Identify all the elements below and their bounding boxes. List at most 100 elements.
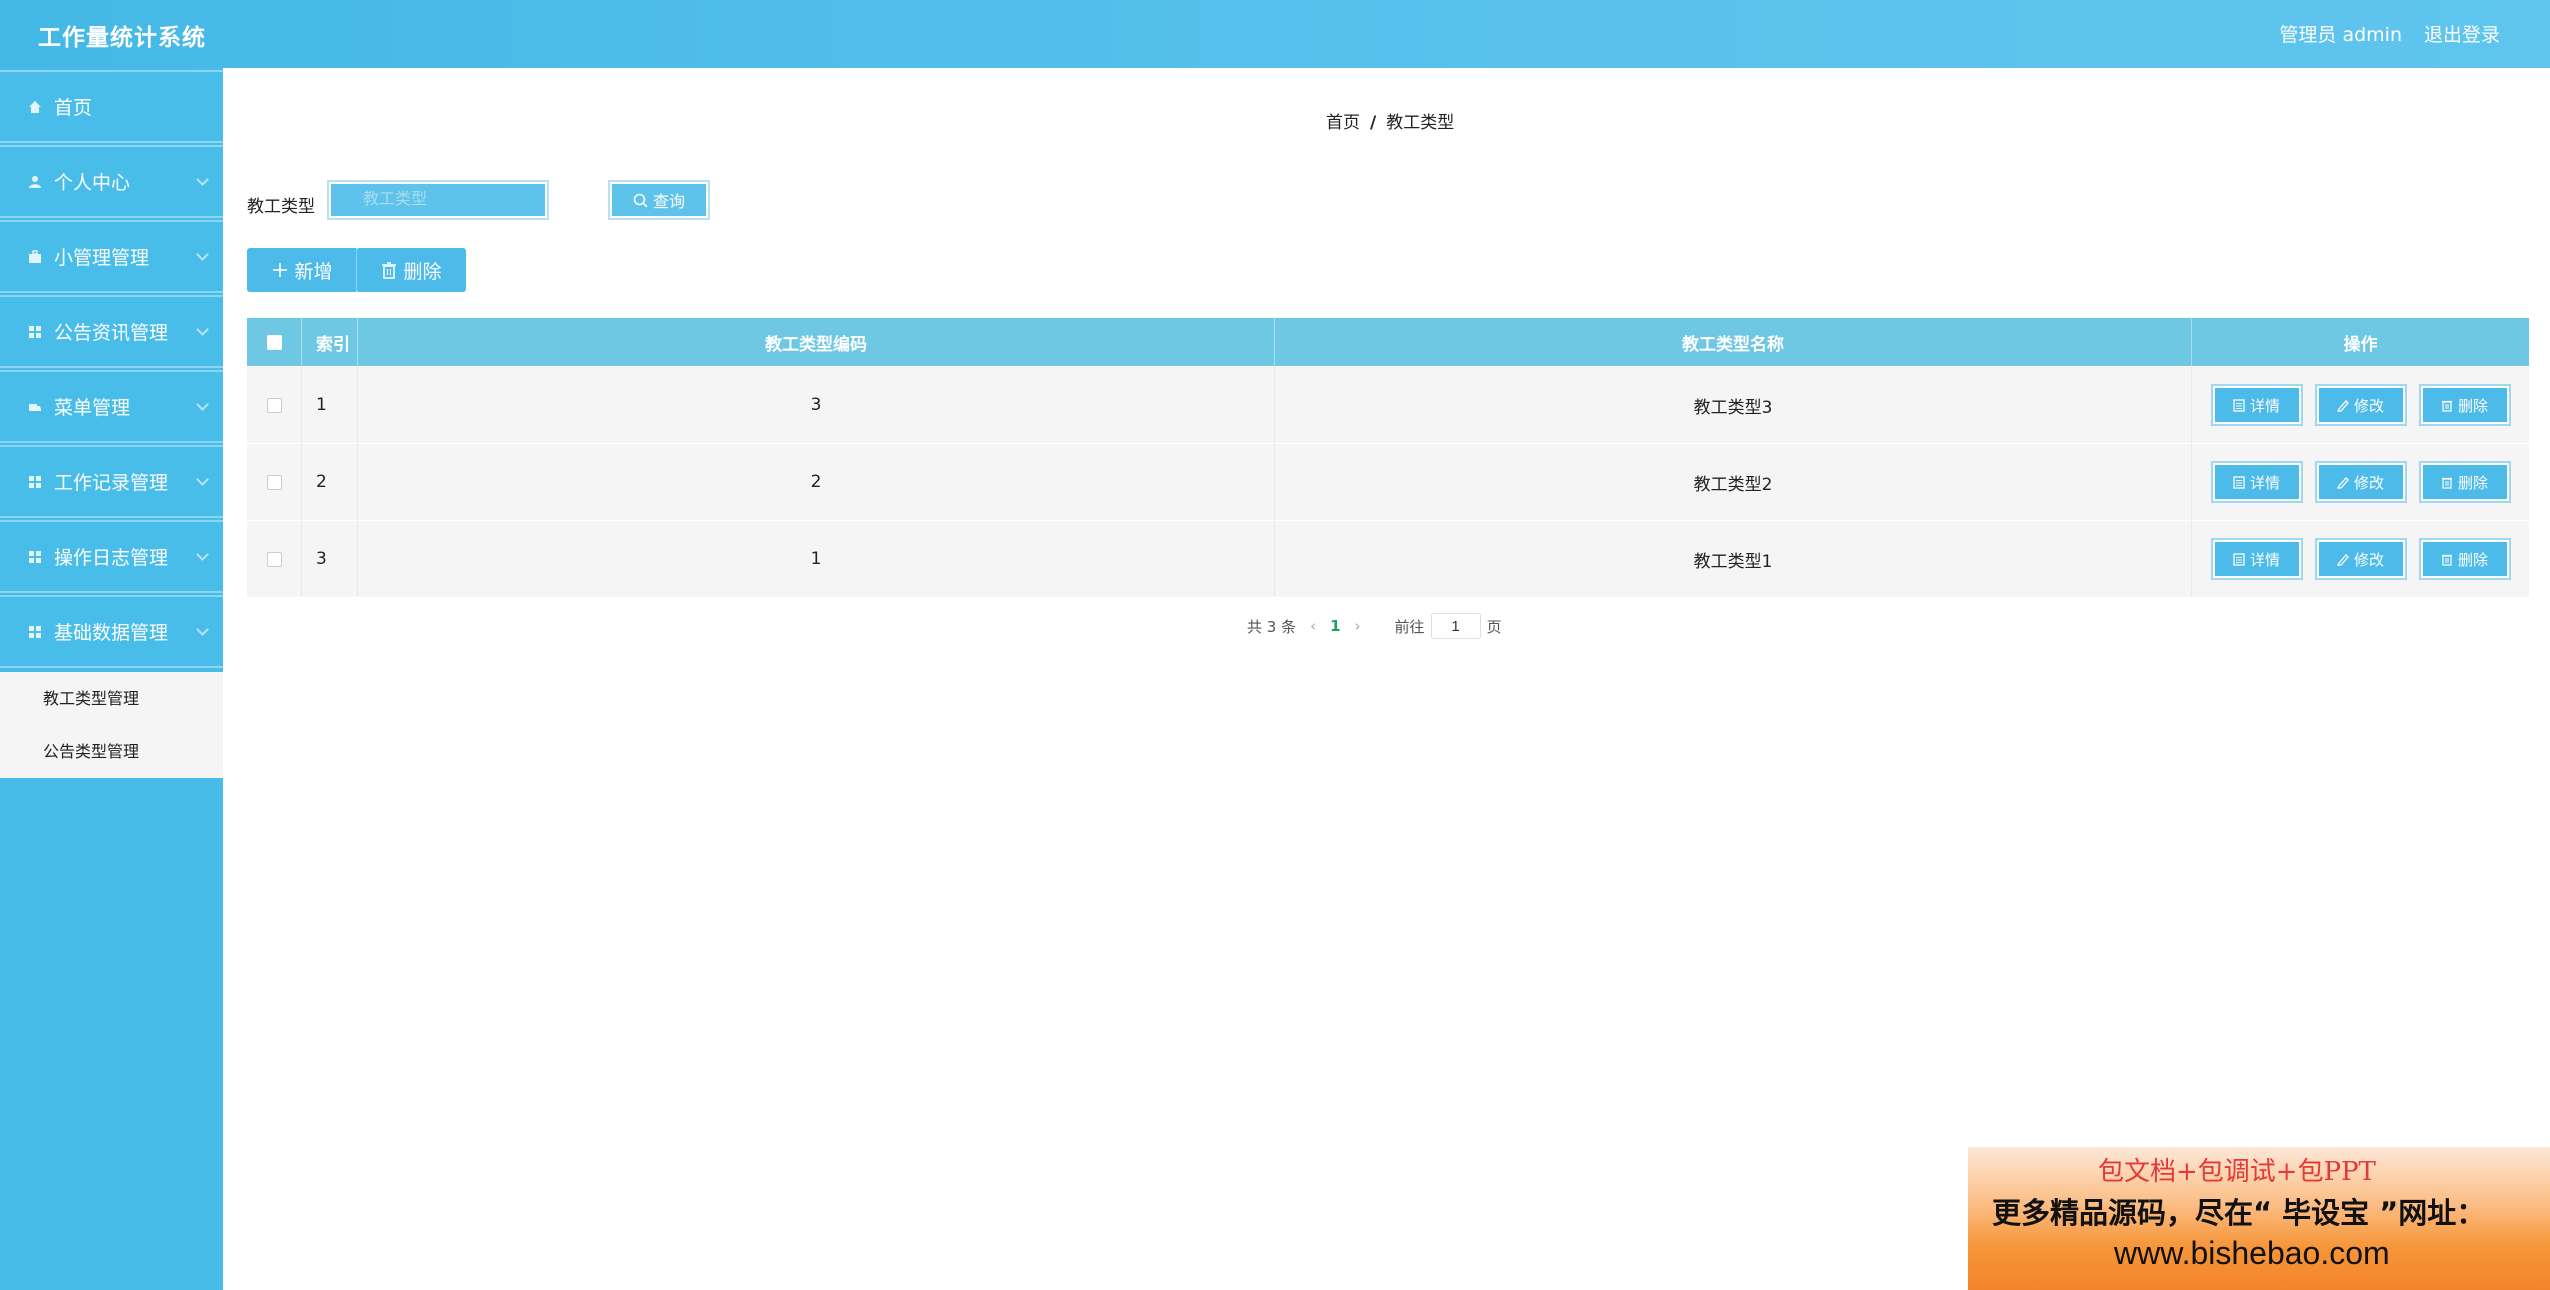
row-checkbox[interactable] [266, 397, 282, 413]
sidebar-item-label: 小管理管理 [54, 247, 150, 269]
delete-button[interactable]: 删除 [2418, 461, 2511, 503]
sidebar-item-label: 基础数据管理 [54, 622, 169, 644]
column-header-code: 教工类型编码 [358, 318, 1275, 366]
edit-button-label: 修改 [2353, 396, 2384, 415]
row-checkbox[interactable] [266, 551, 282, 567]
chevron-down-icon [196, 473, 209, 486]
document-icon [2233, 398, 2245, 412]
cell-index: 3 [302, 521, 358, 597]
sidebar-item-profile[interactable]: 个人中心 [0, 145, 223, 218]
add-button[interactable]: 新增 [247, 248, 358, 292]
submenu-item-staff-type[interactable]: 教工类型管理 [0, 672, 223, 725]
select-all-checkbox[interactable] [266, 334, 282, 350]
sidebar-item-menu[interactable]: 菜单管理 [0, 370, 223, 443]
sidebar-item-label: 工作记录管理 [54, 472, 169, 494]
detail-button-label: 详情 [2249, 550, 2280, 569]
search-icon [633, 193, 648, 208]
ad-line-2: 更多精品源码，尽在“ 毕设宝 ”网址： [1992, 1196, 2486, 1230]
search-input[interactable] [327, 180, 549, 220]
sidebar-item-manager[interactable]: 小管理管理 [0, 220, 223, 293]
detail-button-label: 详情 [2249, 396, 2280, 415]
trash-icon [2441, 554, 2452, 566]
edit-button[interactable]: 修改 [2314, 538, 2407, 580]
detail-button[interactable]: 详情 [2210, 461, 2303, 503]
briefcase-icon [29, 249, 41, 263]
ad-line-1: 包文档+包调试+包PPT [2098, 1157, 2376, 1187]
sidebar-item-home[interactable]: 首页 [0, 70, 223, 143]
sidebar-submenu: 教工类型管理 公告类型管理 [0, 672, 223, 778]
cell-code: 3 [358, 367, 1275, 443]
delete-button-label: 删除 [2457, 396, 2488, 415]
sidebar-item-label: 个人中心 [54, 172, 131, 194]
batch-delete-label: 删除 [403, 260, 442, 283]
document-icon [2233, 475, 2245, 489]
edit-icon [2336, 476, 2349, 489]
delete-button[interactable]: 删除 [2418, 384, 2511, 426]
ad-banner[interactable]: 包文档+包调试+包PPT 更多精品源码，尽在“ 毕设宝 ”网址： www.bis… [1968, 1147, 2550, 1290]
column-header-index: 索引 [302, 318, 358, 366]
breadcrumb-current: 教工类型 [1386, 113, 1455, 133]
edit-button-label: 修改 [2353, 473, 2384, 492]
page-unit-label: 页 [1486, 617, 1502, 636]
prev-page-icon[interactable]: ‹ [1310, 617, 1316, 635]
user-icon [29, 175, 41, 188]
sidebar-item-work-records[interactable]: 工作记录管理 [0, 445, 223, 518]
column-header-ops: 操作 [2343, 334, 2378, 355]
page-number-current[interactable]: 1 [1330, 617, 1340, 635]
edit-icon [2336, 553, 2349, 566]
grid-icon [29, 550, 41, 563]
sidebar: 首页 个人中心 小管理管理 公告资讯管理 菜单管理 工作记录管理 操作日志管理 … [0, 68, 223, 1290]
add-button-label: 新增 [294, 260, 333, 283]
top-header: 工作量统计系统 管理员 admin 退出登录 [0, 0, 2550, 68]
edit-icon [2336, 399, 2349, 412]
sidebar-item-announcements[interactable]: 公告资讯管理 [0, 295, 223, 368]
edit-button[interactable]: 修改 [2314, 461, 2407, 503]
pagination: 共 3 条 ‹ 1 › 前往 页 [1247, 613, 1502, 639]
data-table: 索引 教工类型编码 教工类型名称 操作 1 3 教工类型3 详情 修改 删除 2… [247, 318, 2529, 597]
row-checkbox[interactable] [266, 474, 282, 490]
table-row: 1 3 教工类型3 详情 修改 删除 [247, 366, 2529, 443]
trash-icon [2441, 477, 2452, 489]
sidebar-item-label: 公告资讯管理 [54, 322, 169, 344]
logout-link[interactable]: 退出登录 [2424, 20, 2500, 47]
document-icon [2233, 552, 2245, 566]
submenu-item-notice-type[interactable]: 公告类型管理 [0, 725, 223, 778]
edit-button-label: 修改 [2353, 550, 2384, 569]
truck-icon [29, 403, 41, 411]
grid-icon [29, 325, 41, 338]
cell-index: 2 [302, 444, 358, 520]
app-title: 工作量统计系统 [38, 25, 206, 51]
table-header: 索引 教工类型编码 教工类型名称 操作 [247, 318, 2529, 366]
ad-line-3: www.bishebao.com [2114, 1235, 2390, 1271]
detail-button[interactable]: 详情 [2210, 538, 2303, 580]
cell-name: 教工类型3 [1275, 367, 2192, 443]
table-row: 3 1 教工类型1 详情 修改 删除 [247, 520, 2529, 597]
goto-label: 前往 [1394, 617, 1425, 636]
cell-name: 教工类型2 [1275, 444, 2192, 520]
cell-index: 1 [302, 367, 358, 443]
sidebar-item-label: 操作日志管理 [54, 547, 169, 569]
breadcrumb-home[interactable]: 首页 [1326, 113, 1360, 133]
batch-delete-button[interactable]: 删除 [356, 248, 466, 292]
edit-button[interactable]: 修改 [2314, 384, 2407, 426]
breadcrumb: 首页 / 教工类型 [1326, 108, 1454, 133]
trash-icon [382, 261, 397, 279]
sidebar-item-label: 菜单管理 [54, 397, 131, 419]
sidebar-item-base-data[interactable]: 基础数据管理 [0, 595, 223, 668]
search-button[interactable]: 查询 [608, 180, 710, 220]
grid-icon [29, 475, 41, 488]
chevron-down-icon [196, 623, 209, 636]
sidebar-item-operation-log[interactable]: 操作日志管理 [0, 520, 223, 593]
chevron-down-icon [196, 248, 209, 261]
cell-name: 教工类型1 [1275, 521, 2192, 597]
chevron-down-icon [196, 173, 209, 186]
sidebar-item-label: 首页 [54, 97, 93, 119]
detail-button[interactable]: 详情 [2210, 384, 2303, 426]
cell-code: 1 [358, 521, 1275, 597]
cell-code: 2 [358, 444, 1275, 520]
next-page-icon[interactable]: › [1355, 617, 1361, 635]
goto-page-input[interactable] [1430, 613, 1481, 639]
pagination-total: 共 3 条 [1247, 617, 1297, 636]
chevron-down-icon [196, 398, 209, 411]
delete-button[interactable]: 删除 [2418, 538, 2511, 580]
